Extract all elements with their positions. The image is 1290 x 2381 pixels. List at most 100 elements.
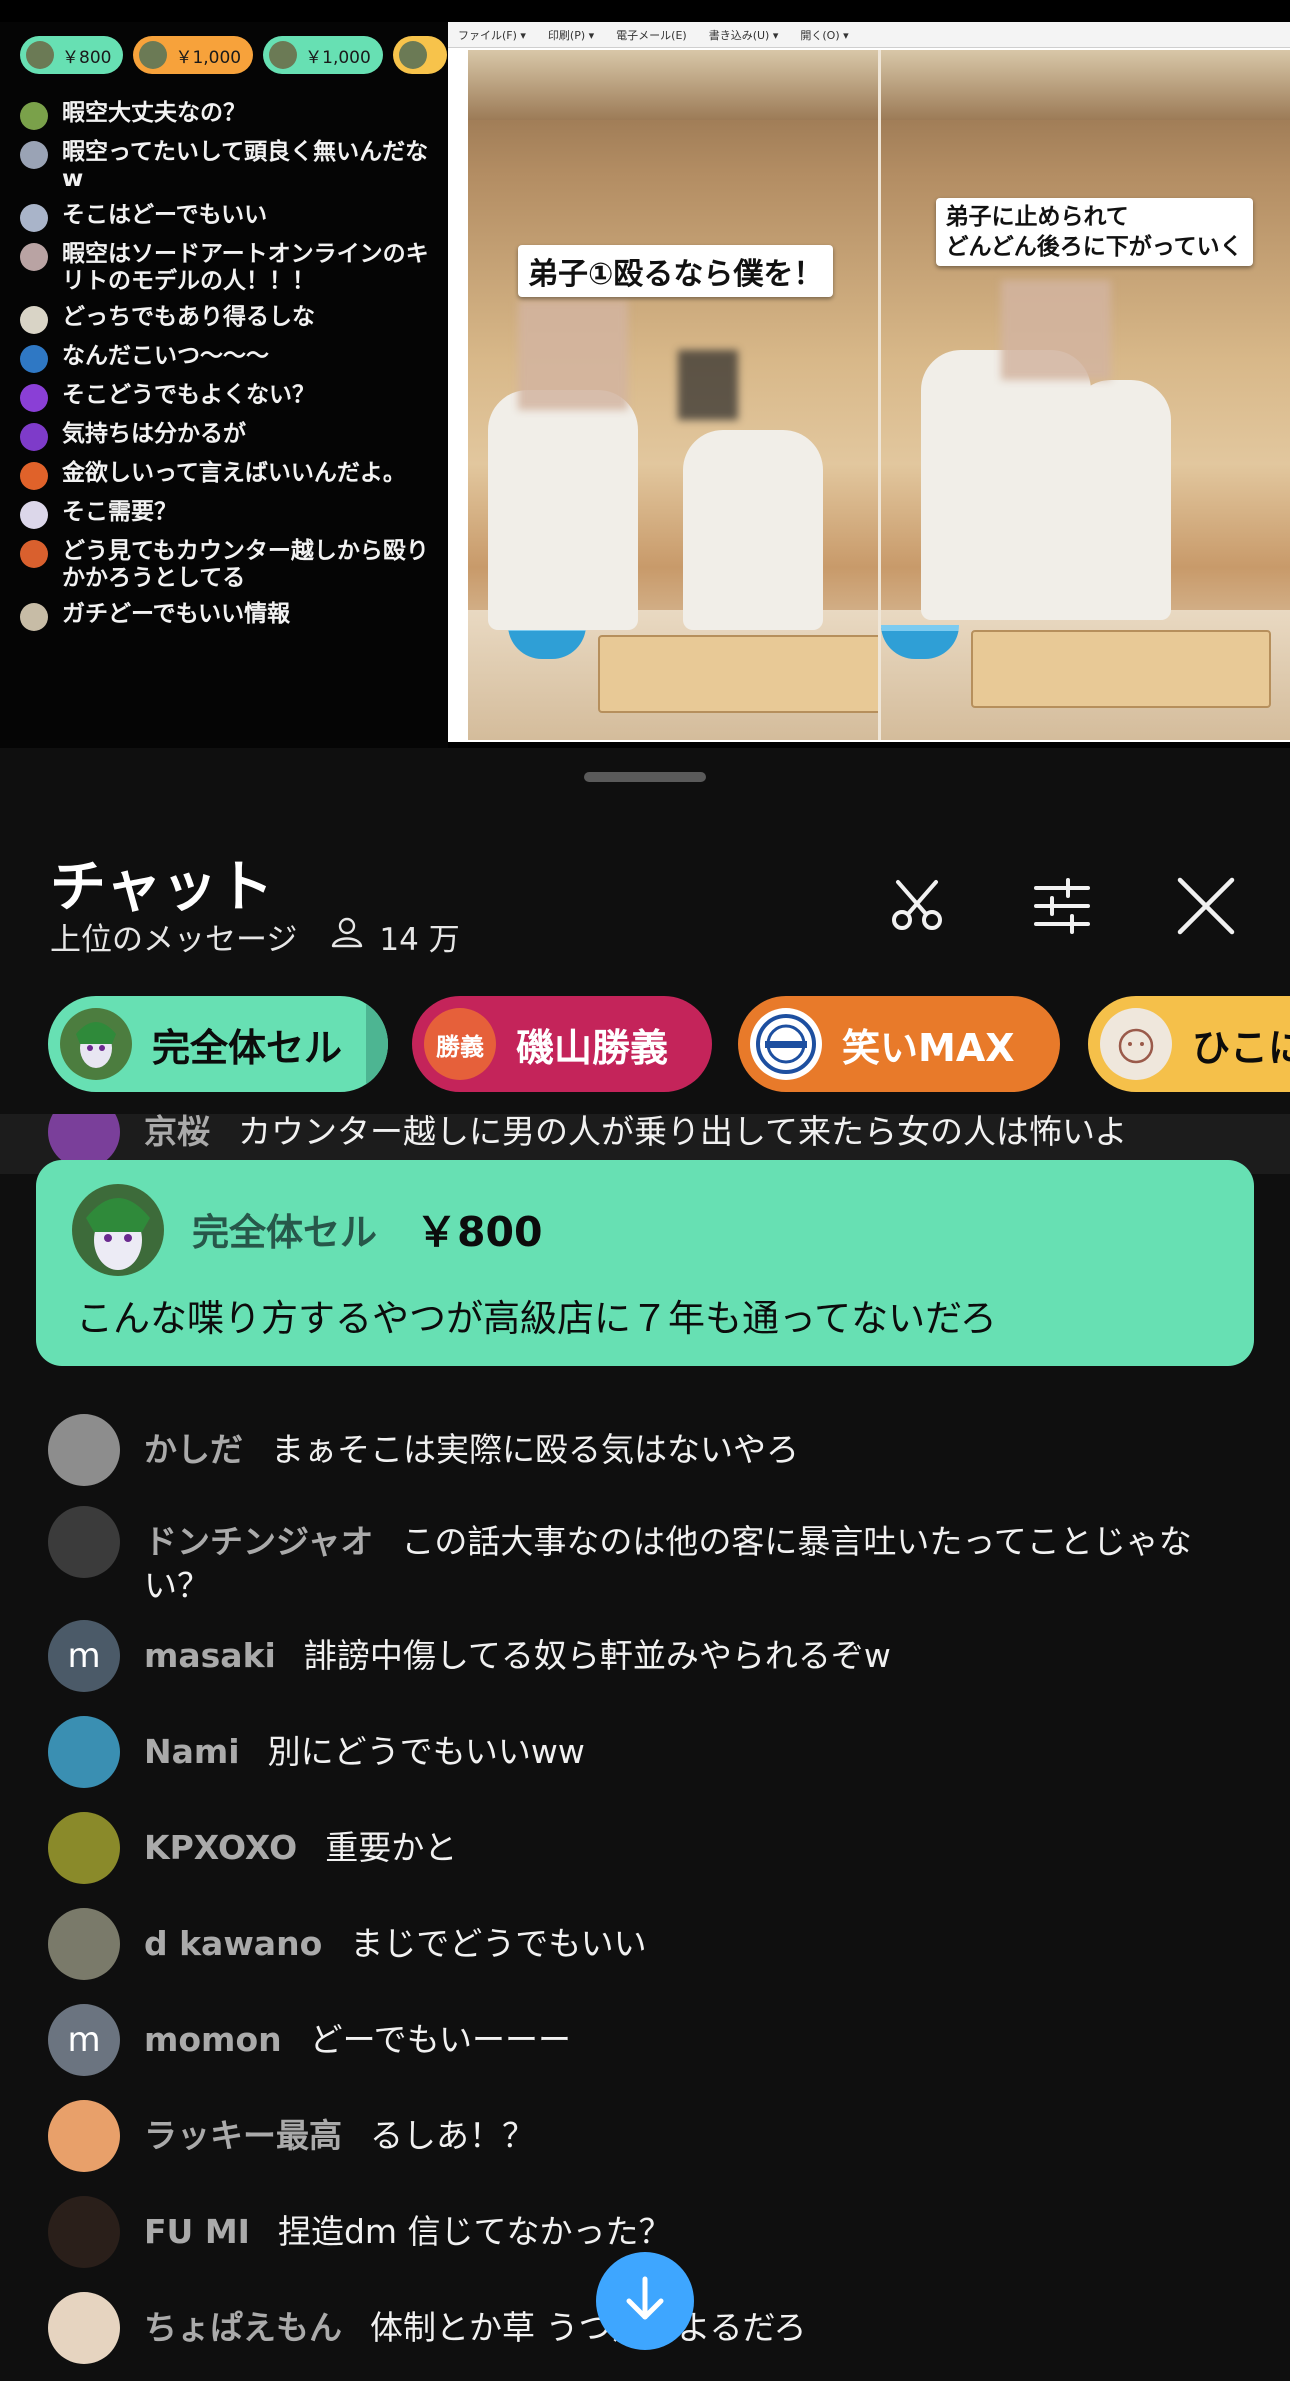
- video-frame-left: 弟子①殴るなら僕を！: [468, 50, 878, 740]
- super-chat-message: こんな喋り方するやつが高級店に７年も通ってないだろ: [76, 1297, 997, 1340]
- message-text: 捏造dm 信じてなかった？: [277, 2212, 672, 2251]
- chat-settings-button[interactable]: [1022, 868, 1102, 948]
- pinned-chip-1[interactable]: 完全体セル: [48, 996, 388, 1092]
- menu-file: ファイル(F) ▾: [458, 28, 526, 42]
- menu-print: 印刷(P) ▾: [547, 28, 595, 42]
- caption-right-line1: 弟子に止められて: [945, 204, 1129, 230]
- chat-message: かしだ まぁそこは実際に殴る気はないやろ: [48, 1414, 1250, 1486]
- author-name: ちょぱえもん: [144, 2308, 342, 2347]
- avatar: m: [48, 2004, 120, 2076]
- message-text: 重要かと: [325, 1828, 458, 1867]
- chat-message: m masaki 誹謗中傷してる奴ら軒並みやられるぞw: [48, 1620, 1250, 1692]
- menu-email: 電子メール(E): [616, 28, 687, 42]
- embedded-chat-text: 暇空大丈夫なの？: [62, 100, 246, 126]
- chat-message: ドンチンジャオ この話大事なのは他の客に暴言吐いたってことじゃない？: [48, 1506, 1250, 1608]
- scroll-to-bottom-button[interactable]: [596, 2252, 694, 2350]
- embedded-chat-list: 暇空大丈夫なの？ 暇空ってたいして頭良く無いんだなw そこはどーでもいい暇空はソード…: [0, 94, 448, 631]
- video-frame-right: 弟子に止められて どんどん後ろに下がっていく: [877, 50, 1290, 740]
- embedded-superchat-chip: ￥1,000: [263, 36, 383, 74]
- message-text: まぁそこは実際に殴る気はないやろ: [271, 1430, 799, 1469]
- embedded-chat-row: なんだこいつ〜〜〜: [18, 343, 438, 373]
- avatar: [20, 501, 48, 529]
- embedded-chat-text: 暇空はソードアートオンラインのキリトのモデルの人！！！: [62, 241, 429, 294]
- author-name: KPXOXO: [144, 1828, 298, 1867]
- embedded-chat-row: そこはどーでもいい: [18, 202, 438, 232]
- embedded-chat-text: どっちでもあり得るしな: [62, 304, 315, 330]
- author-name: かしだ: [144, 1430, 243, 1469]
- avatar: m: [48, 1620, 120, 1692]
- embedded-chat-row: 暇空ってたいして頭良く無いんだなw: [18, 139, 438, 193]
- author-name: FU MI: [144, 2212, 250, 2251]
- scissors-icon: [886, 874, 950, 942]
- viewer-count: 14 万: [379, 921, 460, 958]
- menu-write: 書き込み(U) ▾: [708, 28, 779, 42]
- avatar: [139, 41, 168, 69]
- avatar: [20, 102, 48, 130]
- pinned-chip-3[interactable]: 笑いMAX: [738, 996, 1060, 1092]
- avatar: [48, 1506, 120, 1578]
- pinned-chip-2[interactable]: 勝義 磯山勝義: [412, 996, 712, 1092]
- avatar: [398, 41, 427, 69]
- embedded-superchat-chip: [392, 36, 447, 74]
- author-name: masaki: [144, 1636, 276, 1675]
- clip-button[interactable]: [878, 868, 958, 948]
- chat-panel: チャット 上位のメッセージ 14 万 完全体セル 勝義 磯山勝義 笑いMAX ひ…: [0, 748, 1290, 2381]
- embedded-desktop-window: ファイル(F) ▾ 印刷(P) ▾ 電子メール(E) 書き込み(U) ▾ 開く(…: [448, 22, 1290, 742]
- avatar: [26, 41, 54, 69]
- avatar: [72, 1184, 164, 1276]
- close-icon: [1174, 874, 1238, 942]
- message-text: 別にどうでもいいww: [267, 1732, 585, 1771]
- embedded-chat-text: なんだこいつ〜〜〜: [62, 343, 269, 369]
- message-text: まじでどうでもいい: [350, 1924, 647, 1963]
- avatar: 勝義: [424, 1008, 496, 1080]
- chat-message: KPXOXO 重要かと: [48, 1812, 1250, 1884]
- embedded-chat-text: 金欲しいって言えばいいんだよ。: [62, 460, 406, 486]
- video-player[interactable]: ￥800 ￥1,000 ￥1,000 暇空大丈夫なの？ 暇空ってたいして頭良く無いんだ…: [0, 0, 1290, 748]
- author-name: Nami: [144, 1732, 240, 1771]
- chat-message: Nami 別にどうでもいいww: [48, 1716, 1250, 1788]
- avatar: [48, 1716, 120, 1788]
- chat-message-list[interactable]: 京桜 カウンター越しに男の人が乗り出して来たら女の人は怖いよ 完全体セル ￥800…: [0, 1114, 1290, 2381]
- avatar: [48, 2196, 120, 2268]
- close-button[interactable]: [1166, 868, 1246, 948]
- caption-left: 弟子①殴るなら僕を！: [518, 245, 834, 297]
- author-name: momon: [144, 2020, 282, 2059]
- super-chat-card[interactable]: 完全体セル ￥800 こんな喋り方するやつが高級店に７年も通ってないだろ: [36, 1160, 1254, 1366]
- avatar: [20, 384, 48, 412]
- embedded-chat-text: そこ需要？: [62, 499, 177, 525]
- caption-right: 弟子に止められて どんどん後ろに下がっていく: [935, 198, 1253, 266]
- embedded-superchat-chips: ￥800 ￥1,000 ￥1,000: [0, 22, 448, 94]
- embedded-menubar: ファイル(F) ▾ 印刷(P) ▾ 電子メール(E) 書き込み(U) ▾ 開く(…: [448, 22, 1290, 48]
- avatar: [20, 243, 48, 271]
- chat-message: ラッキー最高 るしあ！？: [48, 2100, 1250, 2172]
- embedded-chat-text: ガチどーでもいい情報: [62, 601, 291, 627]
- avatar: [20, 462, 48, 490]
- person-icon: [327, 912, 367, 960]
- arrow-down-icon: [617, 2271, 673, 2331]
- author-name: ドンチンジャオ: [144, 1522, 374, 1561]
- pinned-chip-name: 磯山勝義: [516, 1025, 669, 1070]
- pinned-chip-name: ひこに: [1192, 1025, 1290, 1070]
- author-name: ラッキー最高: [144, 2116, 342, 2155]
- embedded-chat-row: ガチどーでもいい情報: [18, 601, 438, 631]
- chat-message: d kawano まじでどうでもいい: [48, 1908, 1250, 1980]
- avatar: [750, 1008, 822, 1080]
- avatar: [1100, 1008, 1172, 1080]
- drag-handle[interactable]: [584, 772, 706, 782]
- embedded-chat-row: 暇空大丈夫なの？: [18, 100, 438, 130]
- embedded-chat-row: 金欲しいって言えばいいんだよ。: [18, 460, 438, 490]
- avatar: [60, 1008, 132, 1080]
- pinned-chip-name: 笑いMAX: [842, 1025, 1015, 1070]
- embedded-chat-text: そこどうでもよくない？: [62, 382, 315, 408]
- super-chat-amount: ￥800: [416, 1208, 543, 1256]
- avatar: [48, 1812, 120, 1884]
- avatar: [48, 2292, 120, 2364]
- chat-message: m momon どーでもいーーー: [48, 2004, 1250, 2076]
- embedded-superchat-chip: ￥800: [20, 36, 124, 74]
- pinned-chip-4[interactable]: ひこに: [1088, 996, 1290, 1092]
- embedded-chat-row: そこどうでもよくない？: [18, 382, 438, 412]
- avatar: [20, 345, 48, 373]
- avatar: [20, 540, 48, 568]
- chat-mode-selector[interactable]: 上位のメッセージ 14 万: [50, 912, 460, 960]
- embedded-chat-row: 暇空はソードアートオンラインのキリトのモデルの人！！！: [18, 241, 438, 295]
